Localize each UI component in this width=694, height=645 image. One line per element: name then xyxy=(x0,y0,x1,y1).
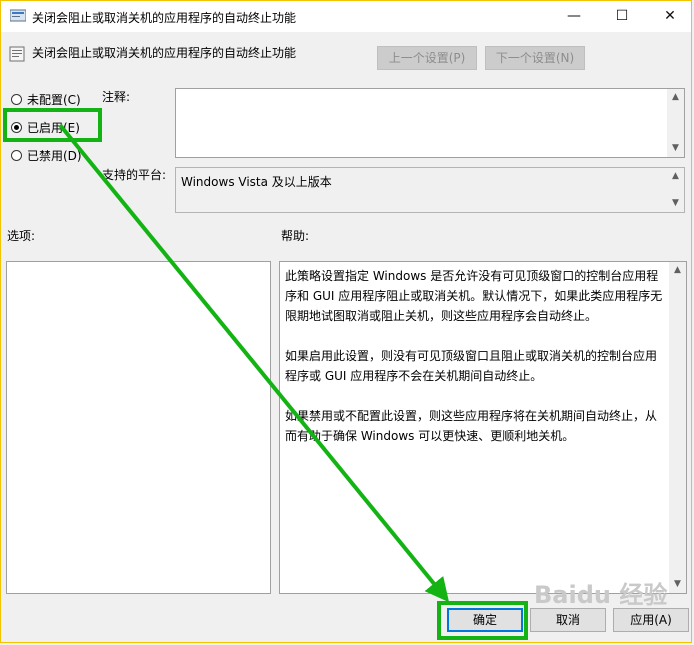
previous-setting-button[interactable]: 上一个设置(P) xyxy=(377,46,477,70)
next-setting-button[interactable]: 下一个设置(N) xyxy=(485,46,585,70)
radio-label: 未配置(C) xyxy=(27,92,81,107)
title-bar: 关闭会阻止或取消关机的应用程序的自动终止功能 — ☐ ✕ xyxy=(1,1,691,32)
platform-label: 支持的平台: xyxy=(102,168,167,182)
baidu-watermark: Baidu 经验 xyxy=(534,581,668,609)
close-button[interactable]: ✕ xyxy=(647,1,693,32)
scroll-down-icon[interactable]: ▼ xyxy=(667,140,684,157)
policy-app-icon xyxy=(10,9,26,22)
radio-label: 已禁用(D) xyxy=(27,148,82,163)
radio-label: 已启用(E) xyxy=(27,120,80,135)
scroll-up-icon[interactable]: ▲ xyxy=(669,262,686,279)
help-scrollbar[interactable]: ▲ ▼ xyxy=(669,262,686,593)
platform-scrollbar[interactable]: ▲ ▼ xyxy=(667,168,684,212)
minimize-button[interactable]: — xyxy=(551,1,597,32)
comment-label: 注释: xyxy=(102,90,131,104)
scroll-up-icon[interactable]: ▲ xyxy=(667,89,684,106)
scroll-down-icon[interactable]: ▼ xyxy=(669,576,686,593)
radio-disabled[interactable]: 已禁用(D) xyxy=(11,146,82,164)
scroll-up-icon[interactable]: ▲ xyxy=(667,168,684,185)
help-paragraph: 如果禁用或不配置此设置，则这些应用程序将在关机期间自动终止，从而有助于确保 Wi… xyxy=(285,409,658,443)
apply-button[interactable]: 应用(A) xyxy=(613,608,689,632)
policy-dialog: 关闭会阻止或取消关机的应用程序的自动终止功能 — ☐ ✕ 关闭会阻止或取消关机的… xyxy=(0,0,692,643)
options-panel xyxy=(6,261,271,594)
radio-circle[interactable] xyxy=(11,93,22,105)
maximize-button[interactable]: ☐ xyxy=(599,1,645,32)
setting-title: 关闭会阻止或取消关机的应用程序的自动终止功能 xyxy=(32,46,297,60)
cancel-button[interactable]: 取消 xyxy=(530,608,606,632)
window-title: 关闭会阻止或取消关机的应用程序的自动终止功能 xyxy=(32,11,297,25)
help-paragraph: 如果启用此设置，则没有可见顶级窗口且阻止或取消关机的控制台应用程序或 GUI 应… xyxy=(285,349,658,383)
radio-enabled[interactable]: 已启用(E) xyxy=(11,118,80,136)
help-text: 此策略设置指定 Windows 是否允许没有可见顶级窗口的控制台应用程序和 GU… xyxy=(285,266,665,466)
policy-setting-icon xyxy=(9,46,25,62)
ok-button[interactable]: 确定 xyxy=(447,608,523,632)
radio-circle[interactable] xyxy=(11,121,22,133)
comment-scrollbar[interactable]: ▲ ▼ xyxy=(667,89,684,157)
radio-not-configured[interactable]: 未配置(C) xyxy=(11,90,81,108)
help-paragraph: 此策略设置指定 Windows 是否允许没有可见顶级窗口的控制台应用程序和 GU… xyxy=(285,269,663,323)
platform-field: Windows Vista 及以上版本 ▲ ▼ xyxy=(175,167,685,213)
comment-textarea[interactable]: ▲ ▼ xyxy=(175,88,685,158)
help-panel: 此策略设置指定 Windows 是否允许没有可见顶级窗口的控制台应用程序和 GU… xyxy=(279,261,687,594)
help-label: 帮助: xyxy=(281,229,310,243)
options-label: 选项: xyxy=(7,229,36,243)
radio-circle[interactable] xyxy=(11,149,22,161)
platform-value: Windows Vista 及以上版本 xyxy=(181,175,332,189)
scroll-down-icon[interactable]: ▼ xyxy=(667,195,684,212)
